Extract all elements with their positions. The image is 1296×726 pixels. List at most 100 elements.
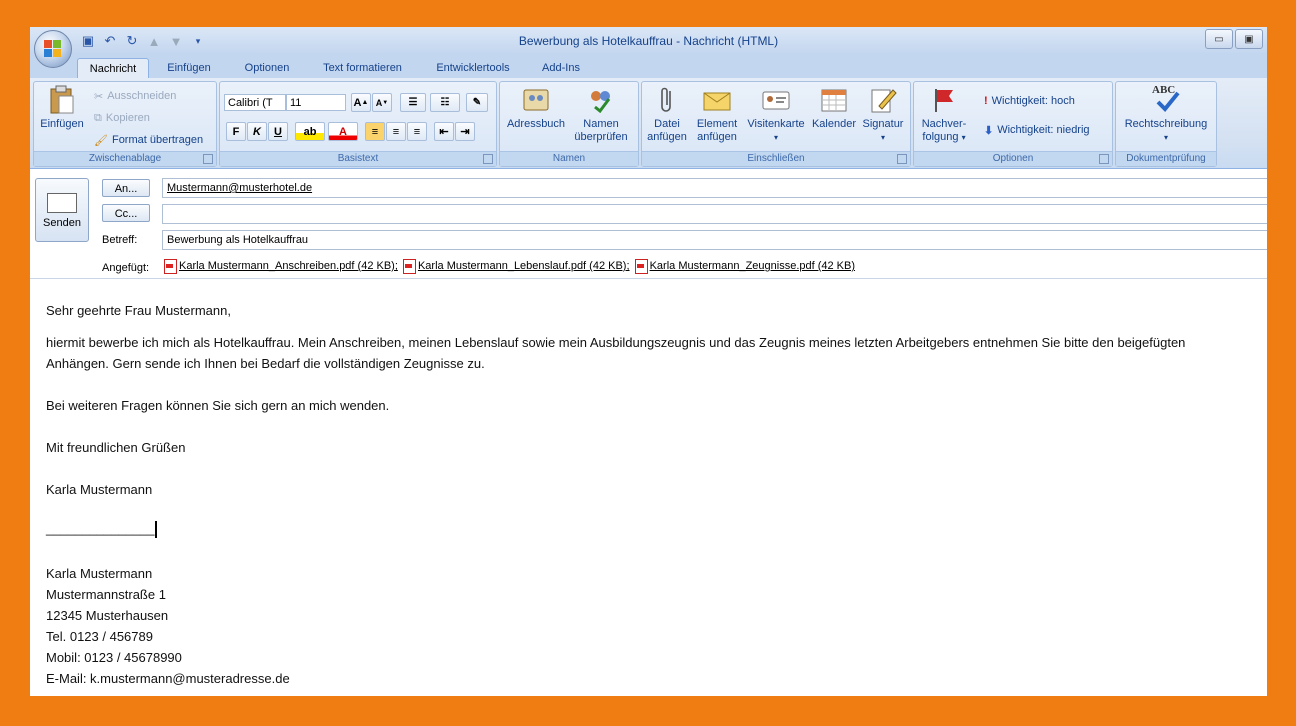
closing-text: Mit freundlichen Grüßen xyxy=(46,440,186,455)
tab-einfuegen[interactable]: Einfügen xyxy=(155,58,223,78)
increase-indent-icon[interactable]: ⇥ xyxy=(455,122,475,141)
shrink-font-icon[interactable]: A ▼ xyxy=(372,93,392,112)
send-envelope-icon xyxy=(47,193,77,213)
bold-button[interactable]: F xyxy=(226,122,246,141)
down-arrow-icon: ⬇ xyxy=(984,124,994,137)
clear-formatting-icon[interactable]: ✎ xyxy=(466,93,488,112)
follow-up-button[interactable]: Nachver- folgung ▾ xyxy=(916,84,972,144)
tab-nachricht[interactable]: Nachricht xyxy=(77,58,149,79)
follow-up-label-2-wrap: folgung ▾ xyxy=(916,131,972,144)
to-button[interactable]: An... xyxy=(102,179,150,197)
attach-item-button[interactable]: Element anfügen xyxy=(692,84,742,144)
calendar-icon xyxy=(818,84,850,116)
attachment-name: Karla Mustermann_Anschreiben.pdf (42 KB)… xyxy=(179,260,398,272)
attachment-item[interactable]: Karla Mustermann_Zeugnisse.pdf (42 KB) xyxy=(634,257,856,276)
attachment-name: Karla Mustermann_Zeugnisse.pdf (42 KB) xyxy=(649,260,856,272)
attachment-item[interactable]: Karla Mustermann_Anschreiben.pdf (42 KB)… xyxy=(164,257,398,276)
dialog-launcher-icon[interactable] xyxy=(483,154,493,164)
tab-optionen[interactable]: Optionen xyxy=(232,58,302,78)
format-painter-button[interactable]: 🖌 Format übertragen xyxy=(94,131,203,149)
importance-low-label: Wichtigkeit: niedrig xyxy=(997,124,1090,136)
spelling-label: Rechtschreibung xyxy=(1124,118,1208,130)
highlight-icon[interactable]: ab xyxy=(295,122,325,141)
pdf-icon xyxy=(634,259,648,274)
tab-text-formatieren[interactable]: Text formatieren xyxy=(310,58,415,78)
attach-file-label-2: anfügen xyxy=(647,131,687,143)
font-size-combo[interactable]: 11 xyxy=(286,94,346,111)
subject-label: Betreff: xyxy=(102,234,138,246)
dropdown-arrow-icon: ▾ xyxy=(961,133,966,142)
dialog-launcher-icon[interactable] xyxy=(203,154,213,164)
scissors-icon: ✂ xyxy=(94,90,104,103)
greeting-text: Sehr geehrte Frau Mustermann, xyxy=(46,303,231,318)
signature-mobile: Mobil: 0123 / 45678990 xyxy=(46,650,182,665)
check-names-button[interactable]: Namen überprüfen xyxy=(568,84,634,144)
cut-button[interactable]: ✂ Ausschneiden xyxy=(94,87,176,105)
sender-name: Karla Mustermann xyxy=(46,482,153,497)
office-button[interactable] xyxy=(34,30,72,68)
message-body-editor[interactable]: Sehr geehrte Frau Mustermann, hiermit be… xyxy=(30,279,1267,696)
ribbon-tabs: Nachricht Einfügen Optionen Text formati… xyxy=(30,54,1267,79)
font-color-icon[interactable]: A xyxy=(328,122,358,141)
dialog-launcher-icon[interactable] xyxy=(897,154,907,164)
attachment-item[interactable]: Karla Mustermann_Lebenslauf.pdf (42 KB); xyxy=(402,257,630,276)
send-label: Senden xyxy=(43,217,81,229)
signature-street: Mustermannstraße 1 xyxy=(46,587,166,602)
attachments-list: Karla Mustermann_Anschreiben.pdf (42 KB)… xyxy=(162,257,1267,277)
calendar-label: Kalender xyxy=(811,118,857,130)
grow-font-icon[interactable]: A ▲ xyxy=(351,93,371,112)
copy-label: Kopieren xyxy=(105,112,150,124)
paste-button[interactable]: Einfügen xyxy=(37,84,87,131)
align-center-icon[interactable]: ≡ xyxy=(386,122,406,141)
group-include: Datei anfügen Element anfügen Visitenkar… xyxy=(641,81,911,167)
dialog-launcher-icon[interactable] xyxy=(1099,154,1109,164)
font-name-combo[interactable]: Calibri (T xyxy=(224,94,286,111)
business-card-button[interactable]: Visitenkarte ▾ xyxy=(743,84,809,144)
underline-button[interactable]: U xyxy=(268,122,288,141)
tab-entwicklertools[interactable]: Entwicklertools xyxy=(423,58,523,78)
tab-add-ins[interactable]: Add-Ins xyxy=(530,58,592,78)
signature-button[interactable]: Signatur ▾ xyxy=(858,84,908,144)
group-proofing: ABC Rechtschreibung ▾ Dokumentprüfung xyxy=(1115,81,1217,167)
pdf-icon xyxy=(402,259,416,274)
send-button[interactable]: Senden xyxy=(35,178,89,242)
maximize-button[interactable]: ▣ xyxy=(1235,29,1263,49)
format-painter-label: Format übertragen xyxy=(111,134,204,146)
body-paragraph-line: Anhängen. Gern sende ich Ihnen bei Bedar… xyxy=(46,356,485,371)
importance-low-button[interactable]: ⬇ Wichtigkeit: niedrig xyxy=(984,121,1090,139)
copy-button[interactable]: ⧉ Kopieren xyxy=(94,109,150,127)
minimize-button[interactable]: ▭ xyxy=(1205,29,1233,49)
numbering-icon[interactable]: ☷ xyxy=(430,93,460,112)
spelling-button[interactable]: ABC Rechtschreibung ▾ xyxy=(1118,84,1214,144)
attach-item-label-2: anfügen xyxy=(697,131,737,143)
window-controls: ▭ ▣ xyxy=(1205,29,1263,49)
italic-button[interactable]: K xyxy=(247,122,267,141)
group-label-names: Namen xyxy=(500,151,638,166)
body-paragraph: Bei weiteren Fragen können Sie sich gern… xyxy=(46,398,390,413)
address-book-icon xyxy=(520,84,552,116)
exclamation-icon: ! xyxy=(984,95,988,107)
calendar-button[interactable]: Kalender xyxy=(808,84,860,131)
title-bar: ▣ ↶ ↻ ▲ ▼ ▾ Bewerbung als Hotelkauffrau … xyxy=(30,27,1267,54)
align-right-icon[interactable]: ≡ xyxy=(407,122,427,141)
subject-field[interactable]: Bewerbung als Hotelkauffrau xyxy=(162,230,1267,250)
to-field[interactable]: Mustermann@musterhotel.de xyxy=(162,178,1267,198)
signature-label: Signatur xyxy=(862,118,904,130)
address-book-button[interactable]: Adressbuch xyxy=(504,84,568,131)
clipboard-icon xyxy=(46,84,78,116)
attach-file-button[interactable]: Datei anfügen xyxy=(644,84,690,144)
group-clipboard: Einfügen ✂ Ausschneiden ⧉ Kopieren 🖌 For… xyxy=(33,81,217,167)
office-logo-icon xyxy=(44,40,62,58)
cut-label: Ausschneiden xyxy=(107,90,177,102)
window-title: Bewerbung als Hotelkauffrau - Nachricht … xyxy=(518,34,779,48)
follow-up-label-2: folgung xyxy=(922,131,959,143)
cc-button[interactable]: Cc... xyxy=(102,204,150,222)
align-left-icon[interactable]: ≡ xyxy=(365,122,385,141)
importance-high-button[interactable]: ! Wichtigkeit: hoch xyxy=(984,92,1075,110)
bullets-icon[interactable]: ☰ xyxy=(400,93,426,112)
attachment-name: Karla Mustermann_Lebenslauf.pdf (42 KB); xyxy=(417,260,630,272)
decrease-indent-icon[interactable]: ⇤ xyxy=(434,122,454,141)
cc-field[interactable] xyxy=(162,204,1267,224)
dropdown-arrow-icon: ▾ xyxy=(773,133,778,142)
pdf-icon xyxy=(164,259,177,274)
